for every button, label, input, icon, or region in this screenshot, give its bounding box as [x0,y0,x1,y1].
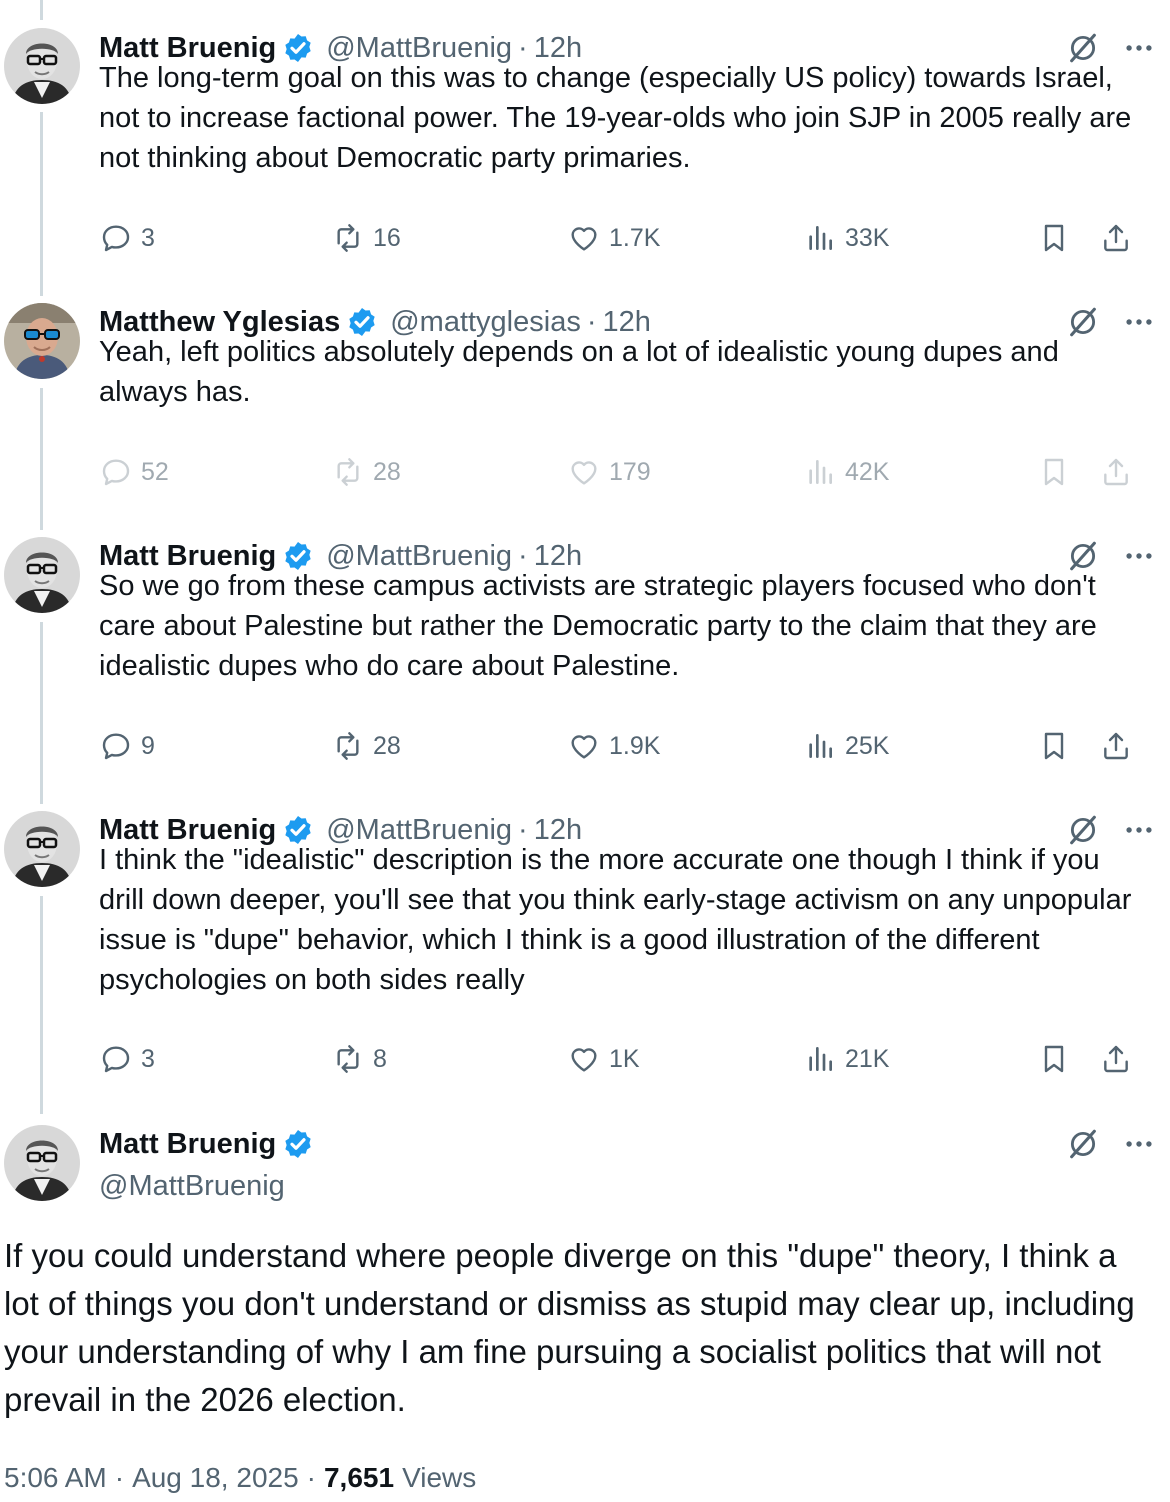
bookmark-button[interactable] [1038,1039,1070,1079]
bookmark-button[interactable] [1038,218,1070,258]
like-button[interactable]: 1.9K [568,726,660,766]
share-button[interactable] [1100,1039,1132,1079]
share-icon [1100,222,1132,254]
repost-icon [332,730,364,762]
reply-tweet: Matthew Yglesias @mattyglesias · 12h Yea… [0,302,1170,502]
views-button[interactable]: 42K [804,452,889,492]
main-tweet-header: Matt Bruenig @MattBruenig [0,1124,1170,1214]
action-bar: 52 28 179 42K [100,452,1140,492]
views-count: 33K [845,223,890,252]
like-count: 1K [609,1044,640,1073]
repost-count: 16 [373,223,401,252]
views-label: Views [402,1462,477,1493]
share-button[interactable] [1100,218,1132,258]
reply-button[interactable]: 3 [100,1039,155,1079]
views-count: 25K [845,731,890,760]
repost-icon [332,1043,364,1075]
reply-tweet: Matt Bruenig @MattBruenig · 12h So we go… [0,536,1170,776]
main-tweet-text: If you could understand where people div… [4,1237,1135,1418]
tweet-top-actions [1066,1124,1156,1164]
like-count: 179 [609,457,651,486]
reply-count: 9 [141,731,155,760]
bookmark-button[interactable] [1038,452,1070,492]
reply-count: 3 [141,223,155,252]
verified-badge-icon [282,1128,314,1160]
bookmark-icon [1038,456,1070,488]
repost-button[interactable]: 8 [332,1039,387,1079]
repost-button[interactable]: 28 [332,452,401,492]
reply-button[interactable]: 3 [100,218,155,258]
like-button[interactable]: 179 [568,452,651,492]
reply-icon [100,456,132,488]
handle-row: @MattBruenig [99,1166,285,1206]
separator: · [306,1462,316,1493]
views-button[interactable]: 25K [804,726,889,766]
tweet-text: The long-term goal on this was to change… [99,62,1132,174]
post-date[interactable]: Aug 18, 2025 [132,1462,299,1494]
like-icon [568,730,600,762]
reply-icon [100,222,132,254]
reply-tweet: Matt Bruenig @MattBruenig · 12h I think … [0,810,1170,1090]
grok-icon[interactable] [1066,1127,1100,1161]
repost-button[interactable]: 28 [332,726,401,766]
like-button[interactable]: 1.7K [568,218,660,258]
views-button[interactable]: 21K [804,1039,889,1079]
views-total: 7,651 [323,1462,395,1493]
action-bar: 3 16 1.7K 33K [100,218,1140,258]
tweet-text: Yeah, left politics absolutely depends o… [99,336,1059,408]
tweet-text: So we go from these campus activists are… [99,570,1097,682]
display-name[interactable]: Matt Bruenig [99,1128,276,1161]
like-icon [568,222,600,254]
views-button[interactable]: 33K [804,218,889,258]
tweet-header: Matt Bruenig [99,1124,326,1164]
repost-icon [332,222,364,254]
reply-button[interactable]: 9 [100,726,155,766]
share-icon [1100,730,1132,762]
action-bar: 9 28 1.9K 25K [100,726,1140,766]
post-time[interactable]: 5:06 AM [4,1462,107,1494]
like-count: 1.9K [609,731,661,760]
repost-count: 28 [373,731,401,760]
repost-count: 28 [373,457,401,486]
views-icon [804,456,836,488]
views-count: 21K [845,1044,890,1073]
reply-count: 52 [141,457,169,486]
separator: · [114,1462,125,1493]
bookmark-icon [1038,1043,1070,1075]
user-handle[interactable]: @MattBruenig [99,1170,285,1203]
share-button[interactable] [1100,726,1132,766]
reply-icon [100,1043,132,1075]
like-icon [568,1043,600,1075]
like-button[interactable]: 1K [568,1039,640,1079]
views-icon [804,730,836,762]
reply-button[interactable]: 52 [100,452,169,492]
bookmark-icon [1038,730,1070,762]
share-button[interactable] [1100,452,1132,492]
repost-icon [332,456,364,488]
reply-count: 3 [141,1044,155,1073]
more-icon[interactable] [1122,1127,1156,1161]
bookmark-icon [1038,222,1070,254]
like-count: 1.7K [609,223,661,252]
repost-count: 8 [373,1044,387,1073]
views-icon [804,1043,836,1075]
tweet-text: I think the "idealistic" description is … [99,844,1132,996]
views-icon [804,222,836,254]
bookmark-button[interactable] [1038,726,1070,766]
like-icon [568,456,600,488]
action-bar: 3 8 1K 21K [100,1039,1140,1079]
repost-button[interactable]: 16 [332,218,401,258]
share-icon [1100,1043,1132,1075]
views-count: 42K [845,457,890,486]
reply-tweet: Matt Bruenig @MattBruenig · 12h The long… [0,28,1170,268]
thread-line [40,0,43,20]
tweet-meta: 5:06 AM · Aug 18, 2025 · 7,651 Views [4,1458,476,1498]
share-icon [1100,456,1132,488]
reply-icon [100,730,132,762]
